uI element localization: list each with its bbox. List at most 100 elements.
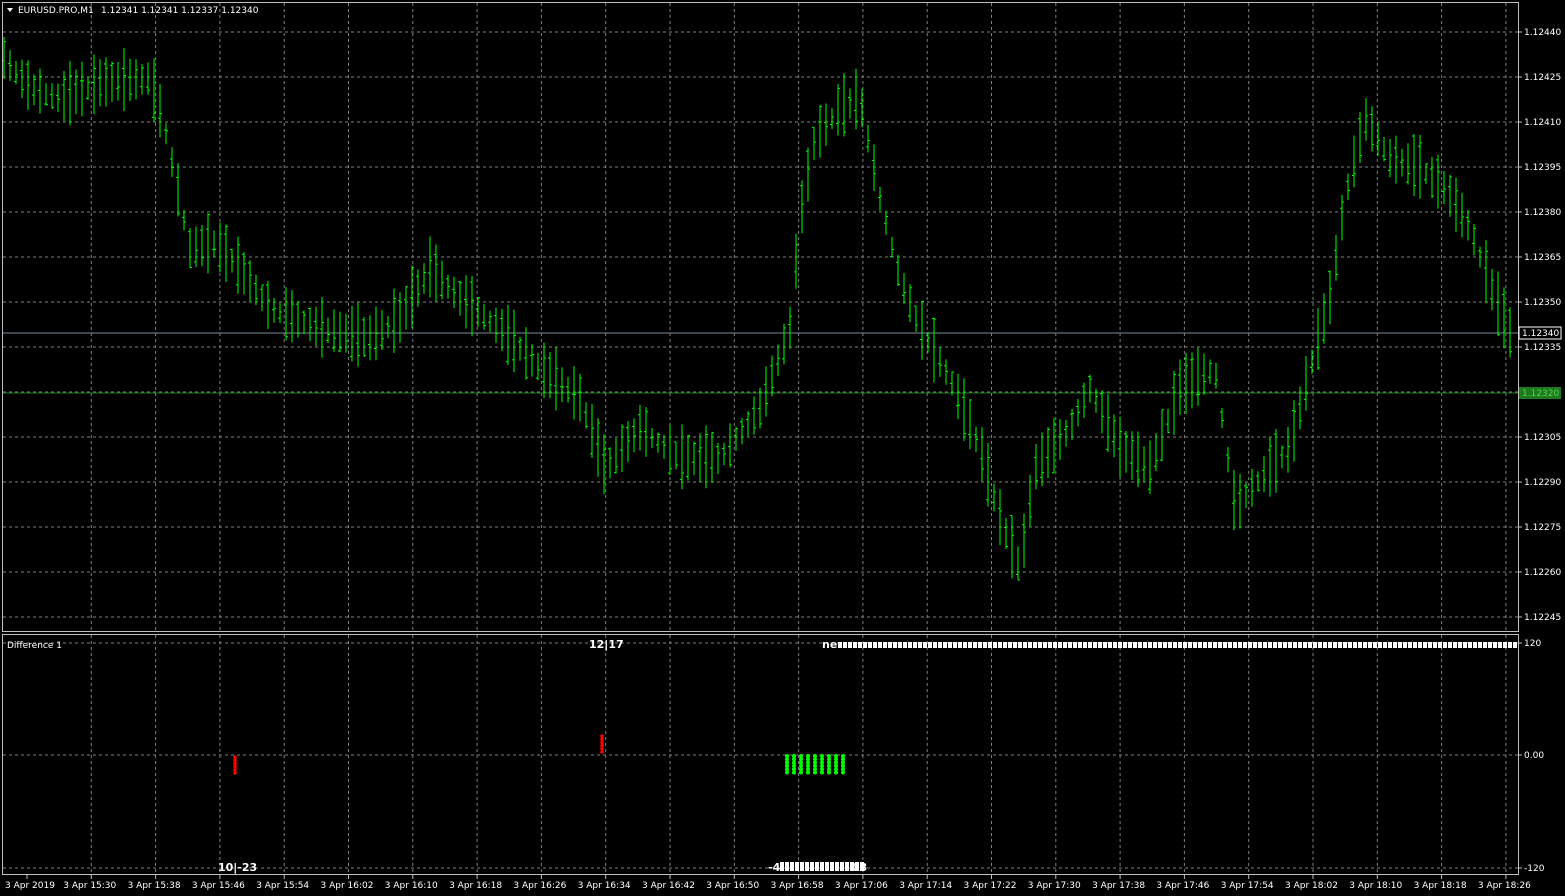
indicator-top-marker (1248, 642, 1252, 648)
indicator-top-marker (923, 642, 927, 648)
indicator-top-marker (1273, 642, 1277, 648)
indicator-dot-down (233, 764, 237, 769)
indicator-top-marker (958, 642, 962, 648)
indicator-top-marker (1463, 642, 1467, 648)
indicator-window[interactable] (233, 642, 1517, 871)
indicator-top-marker (1058, 642, 1062, 648)
price-tick-label: 1.12365 (1524, 253, 1561, 263)
indicator-label-12-17: 12|17 (589, 638, 624, 651)
indicator-top-marker (1493, 642, 1497, 648)
indicator-top-marker (1503, 642, 1507, 648)
indicator-top-marker (1513, 642, 1517, 648)
indicator-bottom-marker (785, 862, 789, 871)
indicator-top-marker (1138, 642, 1142, 648)
indicator-top-marker (1308, 642, 1312, 648)
indicator-top-marker (1488, 642, 1492, 648)
indicator-top-marker (1328, 642, 1332, 648)
indicator-top-marker (1108, 642, 1112, 648)
indicator-top-marker (1168, 642, 1172, 648)
indicator-top-marker (1363, 642, 1367, 648)
indicator-top-marker (953, 642, 957, 648)
indicator-top-marker (1063, 642, 1067, 648)
indicator-top-marker (1358, 642, 1362, 648)
chart-window[interactable]: 1.12440 1.12425 1.12410 1.12395 1.12380 1.123… (0, 0, 1565, 896)
price-tick-label: 1.12290 (1524, 478, 1561, 488)
indicator-top-marker (968, 642, 972, 648)
indicator-top-marker (1148, 642, 1152, 648)
time-tick-label: 3 Apr 16:02 (321, 881, 374, 891)
indicator-top-marker (1423, 642, 1427, 648)
time-tick-label: 3 Apr 17:30 (1028, 881, 1081, 891)
indicator-top-marker (1113, 642, 1117, 648)
indicator-top-marker (918, 642, 922, 648)
price-tick-label: 1.12425 (1524, 73, 1561, 83)
indicator-top-marker (1458, 642, 1462, 648)
indicator-top-marker (883, 642, 887, 648)
indicator-top-marker (893, 642, 897, 648)
price-tick-label: 1.12395 (1524, 163, 1561, 173)
level-price-label: 1.12320 (1522, 389, 1559, 399)
indicator-bottom-marker (815, 862, 819, 871)
indicator-top-marker (1318, 642, 1322, 648)
indicator-top-marker (1143, 642, 1147, 648)
main-frame (2, 2, 1519, 632)
indicator-dot-up (799, 770, 803, 775)
time-tick-label: 3 Apr 17:38 (1092, 881, 1145, 891)
indicator-dot-down (600, 747, 604, 751)
time-tick-label: 3 Apr 17:54 (1221, 881, 1274, 891)
indicator-top-marker (943, 642, 947, 648)
indicator-top-marker (1133, 642, 1137, 648)
indicator-top-marker (1428, 642, 1432, 648)
indicator-label-10-23: 10|-23 (218, 861, 257, 874)
indicator-top-marker (1083, 642, 1087, 648)
price-tick-label: 1.12350 (1524, 298, 1561, 308)
time-tick-label: 3 Apr 2019 (5, 881, 55, 891)
time-tick-label: 3 Apr 16:10 (385, 881, 438, 891)
indicator-tick-label: 0.00 (1524, 751, 1544, 761)
indicator-top-marker (1243, 642, 1247, 648)
indicator-top-marker (1078, 642, 1082, 648)
time-tick-label: 3 Apr 16:18 (449, 881, 502, 891)
indicator-top-marker (1303, 642, 1307, 648)
indicator-top-marker (1368, 642, 1372, 648)
indicator-top-marker (1468, 642, 1472, 648)
indicator-top-marker (1278, 642, 1282, 648)
indicator-dot-up (792, 770, 796, 775)
indicator-top-marker (1128, 642, 1132, 648)
indicator-top-marker (1353, 642, 1357, 648)
indicator-top-marker (1043, 642, 1047, 648)
indicator-top-marker (1293, 642, 1297, 648)
indicator-dot-down (233, 761, 237, 766)
indicator-dot-down (600, 750, 604, 754)
time-tick-label: 3 Apr 15:54 (256, 881, 309, 891)
indicator-top-marker (998, 642, 1002, 648)
indicator-top-marker (1283, 642, 1287, 648)
price-bars[interactable] (2, 36, 1512, 581)
time-tick-label: 3 Apr 15:46 (192, 881, 245, 891)
indicator-top-marker (1268, 642, 1272, 648)
indicator-top-marker (1393, 642, 1397, 648)
indicator-dot-down (233, 771, 237, 775)
indicator-top-marker (1088, 642, 1092, 648)
indicator-bottom-marker (820, 862, 824, 871)
indicator-top-marker (1223, 642, 1227, 648)
indicator-top-marker (1258, 642, 1262, 648)
indicator-top-marker (1048, 642, 1052, 648)
indicator-dot-down (600, 737, 604, 741)
indicator-top-marker (938, 642, 942, 648)
indicator-top-marker (898, 642, 902, 648)
indicator-top-marker (1453, 642, 1457, 648)
indicator-bottom-marker (810, 862, 814, 871)
indicator-bottom-marker (795, 862, 799, 871)
indicator-top-marker (1093, 642, 1097, 648)
indicator-top-marker (1323, 642, 1327, 648)
indicator-dot-up (806, 770, 810, 775)
triangle-down-icon[interactable] (7, 8, 13, 12)
time-tick-label: 3 Apr 17:14 (899, 881, 952, 891)
indicator-top-marker (1208, 642, 1212, 648)
indicator-top-marker (863, 642, 867, 648)
indicator-top-marker (908, 642, 912, 648)
indicator-bottom-marker (780, 862, 784, 871)
chart-symbol-header: EURUSD.PRO,M1 (18, 6, 94, 16)
indicator-top-marker (888, 642, 892, 648)
